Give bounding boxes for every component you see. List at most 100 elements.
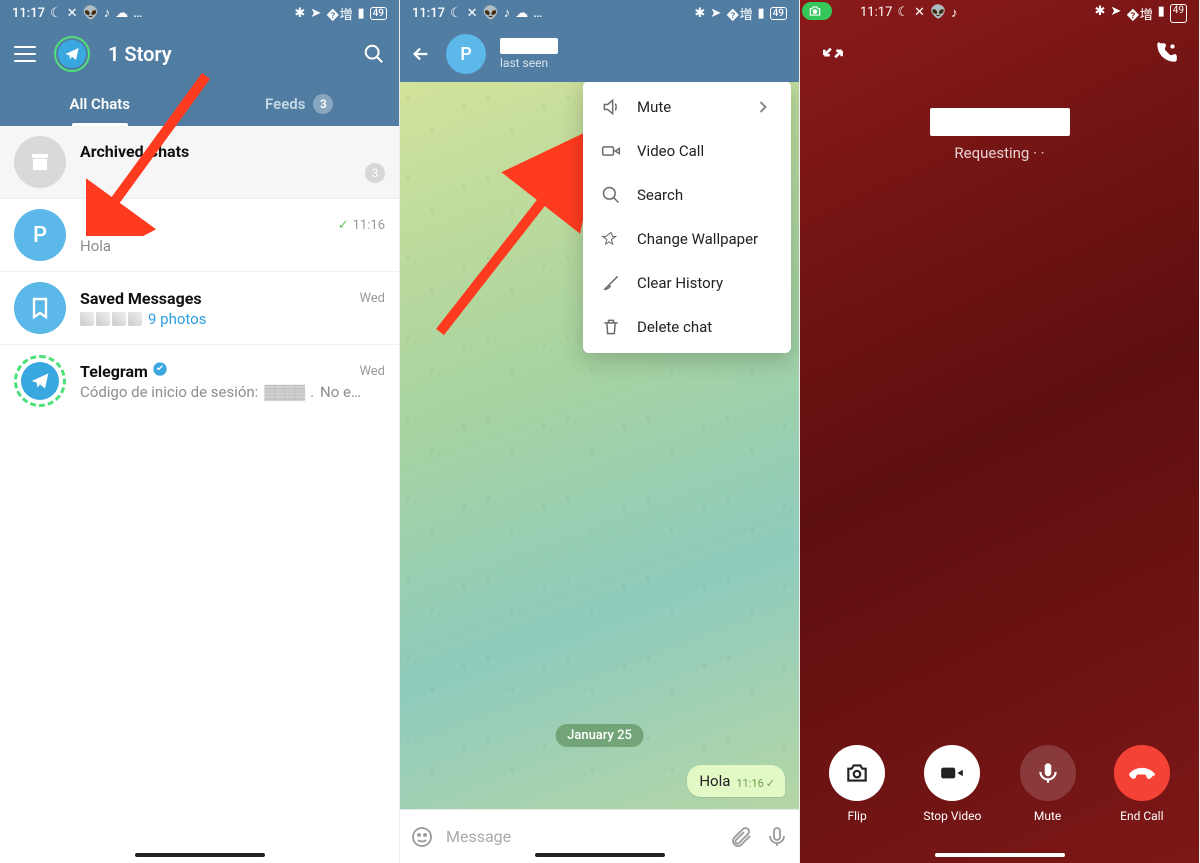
mic-icon[interactable] xyxy=(765,825,789,849)
attach-icon[interactable] xyxy=(729,825,753,849)
page-title: 1 Story xyxy=(108,42,345,66)
action-label: End Call xyxy=(1120,809,1163,823)
menu-label: Change Wallpaper xyxy=(637,230,758,248)
verified-icon xyxy=(152,361,168,381)
more-icon: … xyxy=(533,6,542,21)
header: 11:17 ☾ ✕ 👽 ♪ ☁ … ✱ ➤ �増 ▮ 49 xyxy=(0,0,399,126)
tab-all-chats[interactable]: All Chats xyxy=(0,82,200,126)
wifi-icon: �増 xyxy=(1126,4,1152,23)
mute-button[interactable] xyxy=(1020,745,1076,801)
battery-text: 49 xyxy=(770,7,787,20)
call-status: Requesting · · xyxy=(930,144,1070,162)
bookmark-icon xyxy=(14,282,66,334)
flip-button[interactable] xyxy=(829,745,885,801)
tiktok-icon: ♪ xyxy=(104,5,111,21)
code-blur: ▓▓▓▓ xyxy=(264,383,304,401)
add-user-call-icon[interactable] xyxy=(1153,40,1179,66)
menu-label: Video Call xyxy=(637,142,704,160)
dnd-icon: ✕ xyxy=(67,6,78,21)
dnd-icon: ✕ xyxy=(914,5,925,21)
status-bar: 11:17 ☾ ✕ 👽 ♪ ✱ ➤ �増 ▮ 49 xyxy=(800,0,1199,26)
tg-sub2: No e… xyxy=(320,383,361,401)
action-label: Mute xyxy=(1034,809,1061,823)
clock: 11:17 xyxy=(12,6,45,21)
message-input[interactable]: Message xyxy=(446,827,717,846)
reddit-icon: 👽 xyxy=(930,5,946,21)
menu-delete-chat[interactable]: Delete chat xyxy=(583,305,791,349)
menu-clear-history[interactable]: Clear History xyxy=(583,261,791,305)
menu-video-call[interactable]: Video Call xyxy=(583,129,791,173)
menu-wallpaper[interactable]: Change Wallpaper xyxy=(583,217,791,261)
archived-preview xyxy=(80,167,180,179)
chat-row-telegram[interactable]: Telegram Wed Código de inicio de sesión:… xyxy=(0,345,399,417)
signal-icon: ▮ xyxy=(357,6,364,21)
status-bar: 11:17 ☾ ✕ 👽 ♪ ☁ … ✱ ➤ �増 ▮ 49 xyxy=(0,0,399,26)
tabs: All Chats Feeds 3 xyxy=(0,82,399,126)
action-label: Stop Video xyxy=(923,809,981,823)
end-call-action[interactable]: End Call xyxy=(1114,745,1170,823)
telegram-plane-icon xyxy=(58,40,86,68)
chat-row-p[interactable]: P . ✓11:16 Hola xyxy=(0,199,399,272)
screen-video-call: 11:17 ☾ ✕ 👽 ♪ ✱ ➤ �増 ▮ 49 Requesting · ·… xyxy=(800,0,1200,863)
action-label: Flip xyxy=(848,809,867,823)
battery-text: 49 xyxy=(370,7,387,20)
last-seen: last seen xyxy=(500,56,789,70)
moon-icon: ☾ xyxy=(50,6,62,21)
menu-search[interactable]: Search xyxy=(583,173,791,217)
screen-chat-list: 11:17 ☾ ✕ 👽 ♪ ☁ … ✱ ➤ �増 ▮ 49 xyxy=(0,0,400,863)
broom-icon xyxy=(601,273,621,293)
menu-icon[interactable] xyxy=(14,46,36,62)
reddit-icon: 👽 xyxy=(83,6,99,21)
search-icon[interactable] xyxy=(363,43,385,65)
collapse-icon[interactable] xyxy=(820,40,846,66)
tg-sub: Código de inicio de sesión: xyxy=(80,383,258,401)
clock: 11:17 xyxy=(412,6,445,21)
trash-icon xyxy=(601,317,621,337)
send-icon: ➤ xyxy=(710,6,721,21)
saved-time: Wed xyxy=(359,291,385,306)
end-call-button[interactable] xyxy=(1114,745,1170,801)
story-avatar[interactable] xyxy=(54,36,90,72)
chat-row-saved[interactable]: Saved Messages Wed 9 photos xyxy=(0,272,399,345)
emoji-icon[interactable] xyxy=(410,825,434,849)
chevron-right-icon xyxy=(753,97,773,117)
send-icon: ➤ xyxy=(1110,4,1121,23)
chat-header: P last seen xyxy=(400,26,799,82)
gesture-bar xyxy=(135,853,265,857)
tiktok-icon: ♪ xyxy=(504,5,511,21)
search-icon xyxy=(601,185,621,205)
tab-feeds[interactable]: Feeds 3 xyxy=(200,82,400,126)
wifi-icon: �増 xyxy=(326,4,352,23)
cloud-icon: ☁ xyxy=(515,6,528,21)
photo-thumbs xyxy=(80,312,142,326)
context-menu: Mute Video Call Search Change Wallpaper … xyxy=(583,82,791,353)
call-top-controls xyxy=(800,40,1199,66)
gesture-bar xyxy=(935,853,1065,857)
contact-name-redacted xyxy=(930,108,1070,136)
mute-action[interactable]: Mute xyxy=(1020,745,1076,823)
check-icon: ✓ xyxy=(338,218,349,233)
moon-icon: ☾ xyxy=(897,5,909,21)
contact-avatar[interactable]: P xyxy=(446,34,486,74)
dnd-icon: ✕ xyxy=(467,6,478,21)
archived-chats-row[interactable]: Archived Chats 3 xyxy=(0,126,399,199)
message-outgoing[interactable]: Hola 11:16✓ xyxy=(687,765,785,797)
status-bar: 11:17 ☾ ✕ 👽 ♪ ☁ … ✱ ➤ �増 ▮ 49 xyxy=(400,0,799,26)
camera-indicator xyxy=(802,2,832,20)
chat-preview: Hola xyxy=(80,237,385,255)
contact-info[interactable]: last seen xyxy=(500,38,789,70)
bt-icon: ✱ xyxy=(1094,4,1105,23)
message-text: Hola xyxy=(699,772,730,790)
stop-video-button[interactable] xyxy=(924,745,980,801)
stop-video-action[interactable]: Stop Video xyxy=(923,745,981,823)
tiktok-icon: ♪ xyxy=(951,5,958,21)
back-icon[interactable] xyxy=(410,43,432,65)
signal-icon: ▮ xyxy=(1158,4,1165,23)
tab-label: All Chats xyxy=(69,95,130,113)
wifi-icon: �増 xyxy=(726,4,752,23)
menu-mute[interactable]: Mute xyxy=(583,85,791,129)
menu-label: Delete chat xyxy=(637,318,712,336)
call-contact: Requesting · · xyxy=(930,108,1070,162)
bt-icon: ✱ xyxy=(694,6,705,21)
flip-action[interactable]: Flip xyxy=(829,745,885,823)
